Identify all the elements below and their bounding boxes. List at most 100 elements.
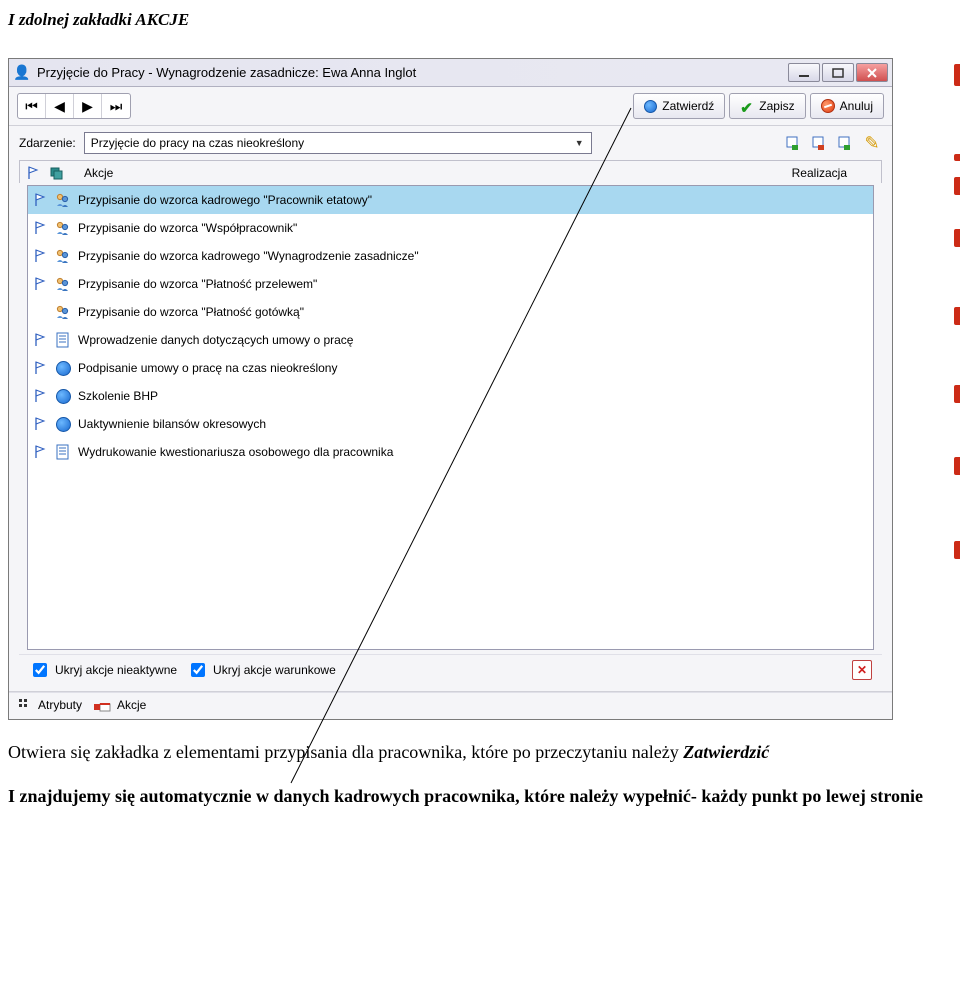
flag-icon [32, 443, 50, 461]
action-label: Przypisanie do wzorca kadrowego "Wynagro… [76, 249, 419, 263]
toolbar: ⏮ ◀ ▶ ⏭ Zatwierdź ✔ Zapisz Anuluj [9, 87, 892, 126]
window-control-buttons [788, 63, 888, 82]
app-window: 👤 Przyjęcie do Pracy - Wynagrodzenie zas… [8, 58, 893, 720]
action-row[interactable]: Przypisanie do wzorca kadrowego "Wynagro… [28, 242, 873, 270]
action-row[interactable]: Podpisanie umowy o pracę na czas nieokre… [28, 354, 873, 382]
nav-prev-button[interactable]: ◀ [46, 94, 74, 118]
list-header: Akcje Realizacja [19, 160, 882, 183]
confirm-button[interactable]: Zatwierdź [633, 93, 725, 119]
event-dropdown[interactable]: ▼ [84, 132, 592, 154]
copy-event-icon[interactable] [836, 133, 856, 153]
flag-icon [32, 247, 50, 265]
doc-zatwierdzic: Zatwierdzić [683, 742, 769, 762]
flag-header-icon [26, 165, 42, 181]
confirm-label: Zatwierdź [662, 99, 714, 113]
action-label: Przypisanie do wzorca "Współpracownik" [76, 221, 297, 235]
doc-paragraph-1: Otwiera się zakładka z elementami przypi… [8, 740, 952, 764]
doc-paragraph-2: I znajdujemy się automatycznie w danych … [8, 784, 952, 808]
people-icon [54, 275, 72, 293]
hide-inactive-checkbox[interactable]: Ukryj akcje nieaktywne [29, 660, 177, 680]
action-row[interactable]: Wprowadzenie danych dotyczących umowy o … [28, 326, 873, 354]
info-icon [54, 387, 72, 405]
document-icon [54, 331, 72, 349]
actions-tab-icon [96, 697, 112, 713]
attributes-icon [17, 697, 33, 713]
check-icon: ✔ [740, 99, 754, 113]
flag-icon [32, 191, 50, 209]
people-icon [54, 219, 72, 237]
save-label: Zapisz [759, 99, 794, 113]
minimize-button[interactable] [788, 63, 820, 82]
window-title: Przyjęcie do Pracy - Wynagrodzenie zasad… [37, 65, 788, 80]
info-icon [54, 359, 72, 377]
record-nav-group: ⏮ ◀ ▶ ⏭ [17, 93, 131, 119]
action-label: Wydrukowanie kwestionariusza osobowego d… [76, 445, 393, 459]
column-akcje: Akcje [70, 166, 786, 180]
edit-event-icon[interactable]: ✎ [862, 133, 882, 153]
info-icon [54, 415, 72, 433]
tab-akcje-label: Akcje [117, 698, 146, 712]
tab-akcje[interactable]: Akcje [96, 697, 146, 713]
people-icon [54, 191, 72, 209]
action-label: Wprowadzenie danych dotyczących umowy o … [76, 333, 353, 347]
document-icon [54, 443, 72, 461]
titlebar: 👤 Przyjęcie do Pracy - Wynagrodzenie zas… [9, 59, 892, 87]
flag-icon [32, 387, 50, 405]
column-realizacja: Realizacja [792, 166, 875, 180]
people-icon [54, 303, 72, 321]
remove-event-icon[interactable] [810, 133, 830, 153]
event-label: Zdarzenie: [19, 136, 76, 150]
hide-inactive-input[interactable] [33, 663, 47, 677]
action-label: Przypisanie do wzorca "Płatność przelewe… [76, 277, 317, 291]
window-container: 👤 Przyjęcie do Pracy - Wynagrodzenie zas… [8, 58, 952, 720]
action-label: Podpisanie umowy o pracę na czas nieokre… [76, 361, 337, 375]
event-tool-icons: ✎ [784, 133, 882, 153]
action-row[interactable]: Przypisanie do wzorca "Płatność przelewe… [28, 270, 873, 298]
bottom-tabs: Atrybuty Akcje [9, 692, 892, 719]
actions-list[interactable]: Przypisanie do wzorca kadrowego "Pracown… [27, 185, 874, 650]
flag-icon [32, 219, 50, 237]
flag-icon [32, 331, 50, 349]
delete-icon[interactable]: ✕ [852, 660, 872, 680]
tab-atrybuty-label: Atrybuty [38, 698, 82, 712]
nav-last-button[interactable]: ⏭ [102, 94, 130, 118]
action-row[interactable]: Przypisanie do wzorca "Płatność gotówką" [28, 298, 873, 326]
nav-next-button[interactable]: ▶ [74, 94, 102, 118]
flag-icon [32, 303, 50, 321]
nav-first-button[interactable]: ⏮ [18, 94, 46, 118]
event-input[interactable] [89, 135, 572, 151]
action-label: Uaktywnienie bilansów okresowych [76, 417, 266, 431]
hide-conditional-input[interactable] [191, 663, 205, 677]
hide-conditional-label: Ukryj akcje warunkowe [213, 663, 336, 677]
add-event-icon[interactable] [784, 133, 804, 153]
cancel-button[interactable]: Anuluj [810, 93, 884, 119]
maximize-button[interactable] [822, 63, 854, 82]
action-label: Szkolenie BHP [76, 389, 158, 403]
action-label: Przypisanie do wzorca "Płatność gotówką" [76, 305, 304, 319]
forbid-icon [821, 99, 835, 113]
cancel-label: Anuluj [840, 99, 873, 113]
flag-icon [32, 275, 50, 293]
page-heading: I zdolnej zakładki AKCJE [8, 0, 952, 58]
flag-icon [32, 359, 50, 377]
people-icon [54, 247, 72, 265]
confirm-icon [644, 100, 657, 113]
action-row[interactable]: Przypisanie do wzorca "Współpracownik" [28, 214, 873, 242]
action-row[interactable]: Szkolenie BHP [28, 382, 873, 410]
right-red-markers [954, 64, 960, 559]
hide-conditional-checkbox[interactable]: Ukryj akcje warunkowe [187, 660, 336, 680]
action-row[interactable]: Wydrukowanie kwestionariusza osobowego d… [28, 438, 873, 466]
hide-inactive-label: Ukryj akcje nieaktywne [55, 663, 177, 677]
chevron-down-icon: ▼ [572, 138, 587, 148]
action-label: Przypisanie do wzorca kadrowego "Pracown… [76, 193, 372, 207]
tab-atrybuty[interactable]: Atrybuty [17, 697, 82, 713]
save-button[interactable]: ✔ Zapisz [729, 93, 805, 119]
event-bar: Zdarzenie: ▼ ✎ [9, 126, 892, 692]
app-icon: 👤 [13, 64, 31, 82]
copy-header-icon [48, 165, 64, 181]
action-row[interactable]: Uaktywnienie bilansów okresowych [28, 410, 873, 438]
action-row[interactable]: Przypisanie do wzorca kadrowego "Pracown… [28, 186, 873, 214]
close-button[interactable] [856, 63, 888, 82]
bottom-options: Ukryj akcje nieaktywne Ukryj akcje warun… [19, 654, 882, 685]
flag-icon [32, 415, 50, 433]
